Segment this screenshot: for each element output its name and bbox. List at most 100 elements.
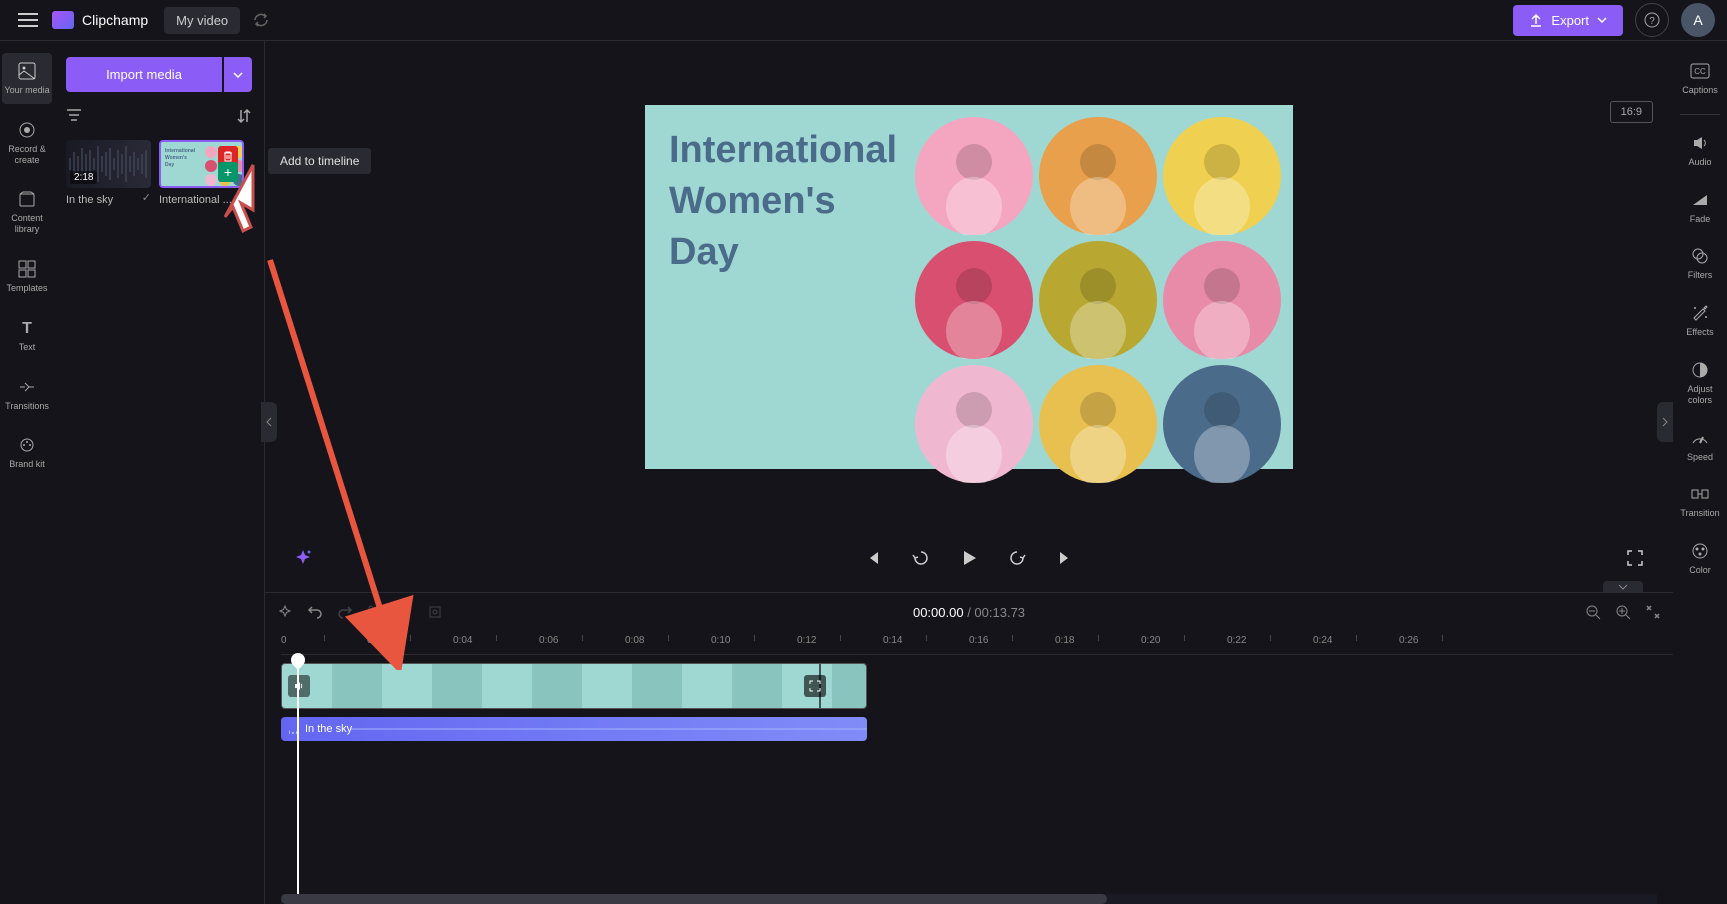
preview-illustration	[915, 117, 1281, 483]
rail-templates[interactable]: Templates	[2, 251, 52, 302]
face-illustration	[1039, 241, 1157, 359]
media-duration: 2:18	[70, 171, 97, 184]
rail-filters[interactable]: Filters	[1675, 238, 1725, 289]
ruler-tick: 0:16	[969, 635, 988, 646]
media-label: International ...	[159, 194, 244, 206]
import-media-button[interactable]: Import media	[66, 57, 222, 92]
trash-icon	[397, 604, 413, 620]
rail-text[interactable]: T Text	[2, 310, 52, 361]
skip-back-button[interactable]	[859, 544, 887, 572]
zoom-in-button[interactable]	[1615, 604, 1631, 620]
undo-button[interactable]	[307, 604, 323, 620]
clipchamp-logo-icon	[52, 11, 74, 29]
import-media-dropdown[interactable]	[224, 57, 252, 92]
scissors-icon	[367, 604, 383, 620]
ruler-tick: 0:18	[1055, 635, 1074, 646]
zoom-out-button[interactable]	[1585, 604, 1601, 620]
media-used-check-icon: ✓	[142, 191, 151, 204]
face-illustration	[1039, 117, 1157, 235]
preview-canvas[interactable]: International Women's Day	[645, 105, 1293, 469]
timeline-ruler[interactable]: 00:020:040:060:080:100:120:140:160:180:2…	[281, 631, 1673, 655]
rail-speed[interactable]: Speed	[1675, 420, 1725, 471]
media-add-to-timeline-button[interactable]: +	[218, 162, 238, 182]
rail-transitions[interactable]: Transitions	[2, 369, 52, 420]
ruler-tick: 0:10	[711, 635, 730, 646]
delete-button[interactable]	[397, 604, 413, 620]
clip-expand-button[interactable]	[804, 675, 826, 697]
rail-fade[interactable]: Fade	[1675, 182, 1725, 233]
collapse-media-panel-button[interactable]	[261, 402, 277, 442]
redo-icon	[337, 604, 353, 620]
video-clip[interactable]	[281, 663, 867, 709]
scrollbar-thumb[interactable]	[281, 894, 1107, 904]
ruler-tick: 0:22	[1227, 635, 1246, 646]
rail-audio[interactable]: Audio	[1675, 125, 1725, 176]
rail-effects[interactable]: Effects	[1675, 295, 1725, 346]
library-icon	[17, 189, 37, 209]
fullscreen-button[interactable]	[1621, 544, 1649, 572]
help-button[interactable]: ?	[1635, 3, 1669, 37]
collapse-right-panel-button[interactable]	[1657, 402, 1673, 442]
chevron-down-icon	[1597, 17, 1607, 23]
rail-adjust-colors[interactable]: Adjust colors	[1675, 352, 1725, 414]
face-illustration	[1163, 365, 1281, 483]
export-label: Export	[1551, 13, 1589, 28]
redo-button[interactable]	[337, 604, 353, 620]
filter-button[interactable]	[66, 108, 82, 124]
transport-controls	[265, 532, 1673, 592]
audio-clip[interactable]: In the sky	[281, 717, 867, 741]
rail-transition[interactable]: Transition	[1675, 476, 1725, 527]
zoom-fit-button[interactable]	[1645, 604, 1661, 620]
help-icon: ?	[1644, 12, 1660, 28]
rail-your-media[interactable]: Your media	[2, 53, 52, 104]
timeline-tracks[interactable]: In the sky	[281, 655, 1673, 894]
play-button[interactable]	[955, 544, 983, 572]
face-illustration	[915, 241, 1033, 359]
speaker-icon	[293, 680, 305, 692]
ruler-tick: 0:24	[1313, 635, 1332, 646]
timeline-scrollbar[interactable]	[281, 894, 1657, 904]
clip-audio-button[interactable]	[288, 675, 310, 697]
zoom-out-icon	[1585, 604, 1601, 620]
auto-enhance-button[interactable]	[277, 604, 293, 620]
sort-button[interactable]	[236, 108, 252, 124]
skip-forward-button[interactable]	[1051, 544, 1079, 572]
hamburger-menu[interactable]	[12, 4, 44, 36]
app-header: Clipchamp My video Export ? A	[0, 0, 1727, 41]
rail-content-library[interactable]: Content library	[2, 181, 52, 243]
split-button[interactable]	[367, 604, 383, 620]
filter-icon	[66, 108, 82, 122]
rail-record-create[interactable]: Record & create	[2, 112, 52, 174]
media-panel: Import media 2:18 In the sky ✓	[54, 41, 265, 904]
timeline-collapse-button[interactable]	[1603, 581, 1643, 593]
ruler-tick: 0:20	[1141, 635, 1160, 646]
rail-captions[interactable]: CCCaptions	[1675, 53, 1725, 104]
sparkle-icon	[277, 604, 293, 620]
forward-button[interactable]	[1003, 544, 1031, 572]
rail-brand-kit[interactable]: Brand kit	[2, 427, 52, 478]
tooltip: Add to timeline	[268, 148, 371, 174]
rewind-button[interactable]	[907, 544, 935, 572]
chevron-down-icon	[233, 72, 243, 78]
crop-icon	[427, 604, 443, 620]
skip-forward-icon	[1057, 550, 1073, 566]
skip-back-icon	[865, 550, 881, 566]
export-button[interactable]: Export	[1513, 5, 1623, 36]
rail-label: Your media	[4, 85, 49, 96]
video-name-field[interactable]: My video	[164, 7, 240, 34]
captions-icon: CC	[1690, 61, 1710, 81]
ruler-tick: 0:14	[883, 635, 902, 646]
crop-button[interactable]	[427, 604, 443, 620]
svg-text:Day: Day	[165, 162, 174, 168]
rail-color[interactable]: Color	[1675, 533, 1725, 584]
ai-enhance-button[interactable]	[289, 544, 317, 572]
media-item-audio[interactable]: 2:18 In the sky ✓	[66, 140, 151, 206]
playhead[interactable]	[297, 655, 299, 894]
upload-icon	[1529, 13, 1543, 27]
logo-area[interactable]: Clipchamp	[52, 11, 148, 29]
user-avatar[interactable]: A	[1681, 3, 1715, 37]
media-item-video[interactable]: International Women's Day + Internationa…	[159, 140, 244, 206]
sync-status-icon	[252, 11, 270, 29]
hamburger-icon	[18, 13, 38, 27]
zoom-fit-icon	[1645, 604, 1661, 620]
